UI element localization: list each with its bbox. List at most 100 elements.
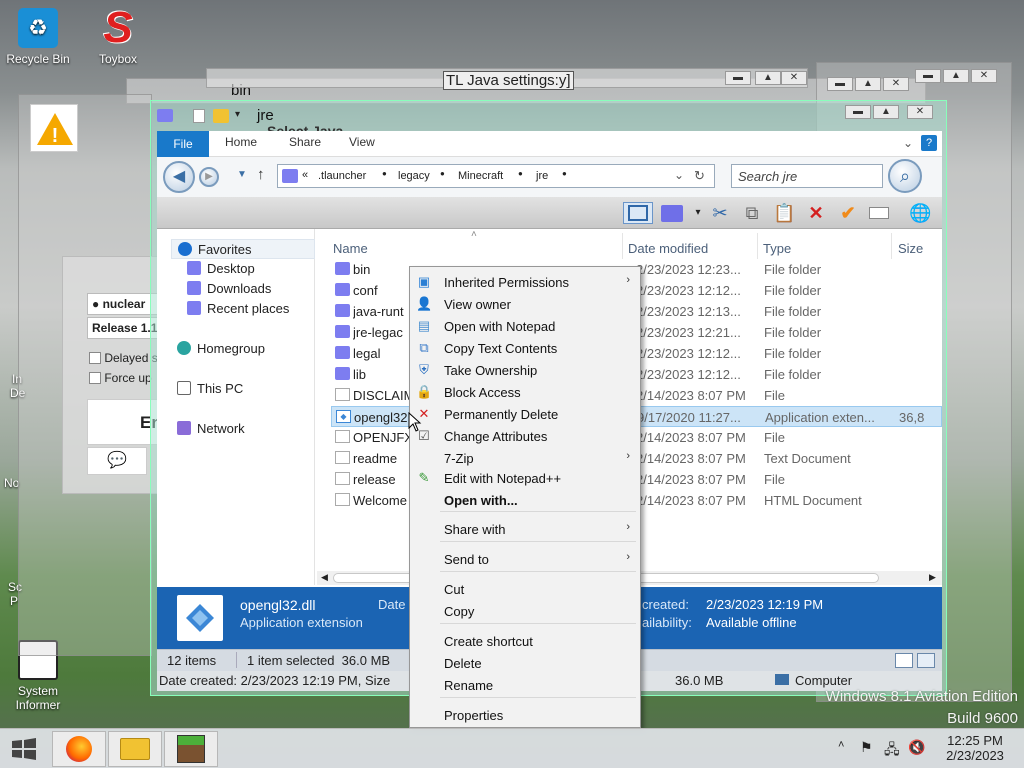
tab-file[interactable]: File	[157, 131, 209, 157]
delayed-start-checkbox[interactable]: Delayed s	[89, 351, 158, 365]
menu-item-inherited-permissions[interactable]: ▣ Inherited Permissions ›	[410, 271, 640, 293]
nav-downloads[interactable]: Downloads	[187, 281, 271, 296]
scroll-left-icon[interactable]: ◀	[321, 572, 328, 583]
menu-item-edit-with-notepad[interactable]: ✎ Edit with Notepad++	[410, 467, 640, 489]
recent-locations-chevron-icon[interactable]: ▼	[237, 169, 247, 180]
search-input[interactable]: Search jre	[731, 164, 883, 188]
breadcrumb-prefix[interactable]: «	[302, 169, 308, 181]
menu-item-view-owner[interactable]: 👤 View owner	[410, 293, 640, 315]
recycle-bin-icon: ♻	[18, 8, 58, 48]
breadcrumb-jre[interactable]: jre	[536, 170, 548, 182]
large-icons-view-icon[interactable]	[917, 653, 935, 668]
back-button[interactable]: ◀	[163, 161, 195, 193]
menu-item-delete[interactable]: Delete	[410, 652, 640, 674]
dropdown-icon[interactable]: ▾	[687, 202, 709, 224]
quick-access-dropdown-icon[interactable]: ▾	[235, 109, 240, 120]
menu-item-create-shortcut[interactable]: Create shortcut	[410, 630, 640, 652]
chat-icon[interactable]: 💬	[87, 447, 147, 475]
menu-item-label: Share with	[444, 522, 506, 537]
chevron-down-icon[interactable]: ⌄	[903, 136, 913, 150]
details-view-icon[interactable]	[895, 653, 913, 668]
address-dropdown-icon[interactable]: ⌄	[674, 168, 684, 182]
column-header-date[interactable]: Date modified	[628, 241, 708, 256]
delete-icon[interactable]: ✕	[805, 202, 827, 224]
breadcrumb-tlauncher[interactable]: .tlauncher	[318, 170, 366, 182]
taskbar-firefox[interactable]	[52, 731, 106, 767]
preview-pane-icon[interactable]	[623, 202, 653, 224]
menu-item-copy[interactable]: Copy	[410, 600, 640, 622]
background-window-tl-java[interactable]: TL Java settings:y] ▬ ▲ ✕	[206, 68, 808, 90]
address-bar[interactable]: « .tlauncher ● legacy ● Minecraft ● jre …	[277, 164, 715, 188]
maximize-button[interactable]: ▲	[873, 105, 899, 119]
rename-icon[interactable]	[869, 202, 891, 224]
nav-homegroup[interactable]: Homegroup	[177, 341, 265, 356]
menu-item-7-zip[interactable]: 7-Zip ›	[410, 447, 640, 469]
up-arrow-icon[interactable]: ↑	[257, 166, 265, 183]
taskbar-clock[interactable]: 12:25 PM 2/23/2023	[930, 733, 1020, 763]
maximize-button[interactable]: ▲	[755, 71, 781, 85]
menu-item-block-access[interactable]: 🔒 Block Access	[410, 381, 640, 403]
minimize-button[interactable]: ▬	[827, 77, 853, 91]
checkmark-icon[interactable]: ✔	[837, 202, 859, 224]
explorer-titlebar[interactable]: ▾ jre Select Java ▬ ▲ ✕	[151, 101, 946, 139]
nav-favorites[interactable]: Favorites	[171, 239, 315, 259]
force-update-checkbox[interactable]: Force up	[89, 371, 152, 385]
minimize-button[interactable]: ▬	[845, 105, 871, 119]
nav-this-pc[interactable]: This PC	[177, 381, 243, 396]
toybox-desktop-icon[interactable]: S Toybox	[80, 6, 156, 67]
column-header-size[interactable]: Size	[898, 241, 923, 256]
menu-item-label: Copy	[444, 604, 475, 619]
menu-item-take-ownership[interactable]: ⛨ Take Ownership	[410, 359, 640, 381]
column-header-type[interactable]: Type	[763, 241, 791, 256]
close-button[interactable]: ✕	[907, 105, 933, 119]
recycle-bin-desktop-icon[interactable]: ♻ Recycle Bin	[0, 8, 76, 66]
menu-item-change-attributes[interactable]: ☑ Change Attributes	[410, 425, 640, 447]
help-icon[interactable]: ?	[921, 135, 937, 151]
breadcrumb-legacy[interactable]: legacy	[398, 170, 430, 182]
menu-item-send-to[interactable]: Send to ›	[410, 548, 640, 570]
paste-icon[interactable]: 📋	[773, 202, 795, 224]
network-tray-icon[interactable]: 🖧	[884, 739, 900, 763]
flag-icon[interactable]: ⚑	[860, 739, 873, 756]
tab-view[interactable]: View	[349, 135, 375, 149]
column-header-name[interactable]: Name	[333, 241, 368, 256]
nav-recent-places[interactable]: Recent places	[187, 301, 289, 316]
details-created-label: created:	[642, 597, 689, 612]
menu-item-copy-text-contents[interactable]: ⧉ Copy Text Contents	[410, 337, 640, 359]
menu-item-rename[interactable]: Rename	[410, 674, 640, 696]
tab-share[interactable]: Share	[289, 135, 321, 149]
menu-item-open-with-notepad[interactable]: ▤ Open with Notepad	[410, 315, 640, 337]
nav-desktop[interactable]: Desktop	[187, 261, 255, 276]
close-button[interactable]: ✕	[781, 71, 807, 85]
refresh-icon[interactable]: ↻	[694, 168, 705, 184]
search-icon[interactable]: ⌕	[888, 159, 922, 193]
menu-item-share-with[interactable]: Share with ›	[410, 518, 640, 540]
breadcrumb-minecraft[interactable]: Minecraft	[458, 170, 503, 182]
taskbar-minecraft[interactable]	[164, 731, 218, 767]
tab-home[interactable]: Home	[225, 135, 257, 149]
menu-item-cut[interactable]: Cut	[410, 578, 640, 600]
new-folder-icon[interactable]	[661, 202, 689, 224]
show-hidden-icons[interactable]: ˄	[838, 739, 844, 751]
cut-icon[interactable]: ✂	[709, 202, 731, 224]
properties-icon[interactable]	[193, 109, 205, 123]
scroll-right-icon[interactable]: ▶	[929, 572, 936, 583]
forward-button[interactable]: ▶	[199, 167, 219, 187]
minimize-button[interactable]: ▬	[915, 69, 941, 83]
maximize-button[interactable]: ▲	[943, 69, 969, 83]
close-button[interactable]: ✕	[883, 77, 909, 91]
globe-icon[interactable]: 🌐	[909, 202, 931, 224]
file-name: opengl32	[354, 410, 408, 425]
minimize-button[interactable]: ▬	[725, 71, 751, 85]
new-folder-icon[interactable]	[213, 109, 229, 123]
start-button[interactable]	[10, 737, 38, 761]
menu-item-permanently-delete[interactable]: ✕ Permanently Delete	[410, 403, 640, 425]
copy-icon[interactable]: ⧉	[741, 202, 763, 224]
nav-network[interactable]: Network	[177, 421, 245, 436]
menu-item-open-with[interactable]: Open with...	[410, 489, 640, 511]
taskbar-file-explorer[interactable]	[108, 731, 162, 767]
menu-item-properties[interactable]: Properties	[410, 704, 640, 726]
close-button[interactable]: ✕	[971, 69, 997, 83]
volume-muted-icon[interactable]: 🔇	[908, 739, 925, 756]
maximize-button[interactable]: ▲	[855, 77, 881, 91]
